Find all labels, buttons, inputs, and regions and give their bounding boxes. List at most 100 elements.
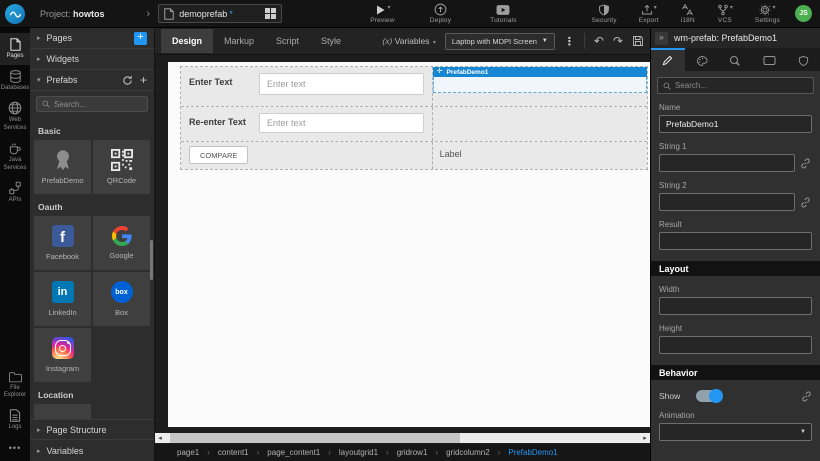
bind-string2-icon[interactable]: [800, 197, 811, 208]
enter-text-input[interactable]: [259, 73, 424, 95]
i18n-button[interactable]: i18N: [681, 4, 695, 24]
section-prefabs[interactable]: ▾ Prefabs +: [30, 70, 154, 91]
prefab-tile-facebook[interactable]: f Facebook: [34, 216, 91, 270]
rail-item-logs[interactable]: Logs: [0, 404, 30, 436]
page-grid-icon[interactable]: [265, 8, 276, 19]
breadcrumb-page1[interactable]: page1: [177, 448, 199, 457]
page-icon: [164, 8, 174, 20]
behavior-section-header[interactable]: Behavior: [651, 365, 820, 380]
collapse-arrow-icon: ▸: [37, 34, 41, 42]
design-canvas[interactable]: Enter Text ✛ PrefabDemo1: [168, 62, 650, 427]
reenter-text-label[interactable]: Re-enter Text: [189, 113, 251, 127]
move-icon[interactable]: ✛: [437, 68, 443, 76]
prefab-tile-google[interactable]: Google: [93, 216, 150, 270]
height-input[interactable]: [659, 336, 812, 354]
refresh-icon[interactable]: [122, 75, 133, 86]
grid-cell-compare[interactable]: COMPARE: [181, 142, 433, 169]
grid-cell-prefab[interactable]: ✛ PrefabDemo1: [433, 67, 647, 106]
tab-design[interactable]: Design: [161, 29, 213, 53]
tab-security[interactable]: [786, 48, 820, 71]
bind-show-icon[interactable]: [801, 391, 812, 402]
preview-button[interactable]: ▾ Preview: [370, 4, 395, 24]
rail-item-apis[interactable]: APIs: [0, 176, 30, 209]
breadcrumb-gridcolumn2[interactable]: gridcolumn2: [446, 448, 490, 457]
layout-grid[interactable]: Enter Text ✛ PrefabDemo1: [180, 66, 648, 170]
export-button[interactable]: ▾ Export: [639, 4, 659, 24]
prefab-search-input[interactable]: Search...: [36, 96, 148, 112]
scroll-right-icon[interactable]: ▸: [640, 434, 650, 442]
name-input[interactable]: [659, 115, 812, 133]
result-input[interactable]: [659, 232, 812, 250]
add-page-button[interactable]: +: [134, 32, 147, 45]
tab-styles[interactable]: [685, 48, 719, 71]
rail-item-web-services[interactable]: Web Services: [0, 96, 30, 136]
breadcrumb-layoutgrid1[interactable]: layoutgrid1: [339, 448, 378, 457]
settings-button[interactable]: ▾ Settings: [755, 4, 780, 24]
user-avatar[interactable]: JS: [795, 5, 812, 22]
show-toggle[interactable]: [696, 390, 722, 402]
bind-string1-icon[interactable]: [800, 158, 811, 169]
prefab-tile-box[interactable]: box Box: [93, 272, 150, 326]
prefab-widget-body[interactable]: [433, 77, 647, 93]
rail-item-file-explorer[interactable]: File Explorer: [0, 366, 30, 404]
left-panel-scrollbar[interactable]: [150, 240, 153, 280]
string1-input[interactable]: [659, 154, 795, 172]
enter-text-label[interactable]: Enter Text: [189, 73, 251, 87]
breadcrumb-content1[interactable]: content1: [218, 448, 249, 457]
breadcrumb-gridrow1[interactable]: gridrow1: [397, 448, 428, 457]
rail-more-button[interactable]: •••: [0, 435, 30, 461]
width-input[interactable]: [659, 297, 812, 315]
tutorials-button[interactable]: Tutorials: [490, 4, 516, 24]
more-options-icon[interactable]: ⋮: [564, 35, 575, 48]
grid-cell-empty[interactable]: [433, 107, 647, 141]
panel-collapse-icon[interactable]: »: [655, 32, 668, 45]
variables-dropdown[interactable]: (x) Variables ▾: [382, 36, 436, 46]
rail-item-databases[interactable]: Databases: [0, 65, 30, 97]
scroll-left-icon[interactable]: ◂: [155, 434, 165, 442]
breadcrumb-page-content1[interactable]: page_content1: [267, 448, 320, 457]
animation-select[interactable]: ▼: [659, 423, 812, 441]
prefab-tile-qrcode[interactable]: QRCode: [93, 140, 150, 194]
properties-search-input[interactable]: Search...: [657, 77, 814, 94]
result-label-widget[interactable]: Label: [433, 142, 647, 159]
tab-events[interactable]: [719, 48, 753, 71]
rail-item-pages[interactable]: Pages: [0, 33, 30, 65]
section-page-structure[interactable]: ▸ Page Structure: [30, 419, 154, 440]
tab-devices[interactable]: [752, 48, 786, 71]
redo-button[interactable]: ↷: [613, 36, 623, 46]
section-variables[interactable]: ▸ Variables: [30, 440, 154, 461]
undo-button[interactable]: ↶: [594, 36, 604, 46]
prefab-tile-map[interactable]: [34, 404, 91, 419]
breadcrumb-prefabdemo1[interactable]: PrefabDemo1: [508, 448, 557, 457]
prefab-tile-prefabdemo[interactable]: PrefabDemo: [34, 140, 91, 194]
tab-script[interactable]: Script: [265, 29, 310, 53]
active-page-selector[interactable]: demoprefab *: [158, 4, 282, 23]
google-icon: [112, 226, 132, 246]
grid-cell-reenter-text[interactable]: Re-enter Text: [181, 107, 433, 141]
tab-markup[interactable]: Markup: [213, 29, 265, 53]
vcs-button[interactable]: ▾ VCS: [717, 4, 733, 24]
section-widgets[interactable]: ▸ Widgets: [30, 49, 154, 70]
string2-input[interactable]: [659, 193, 795, 211]
tab-style[interactable]: Style: [310, 29, 352, 53]
compare-button[interactable]: COMPARE: [189, 146, 248, 164]
canvas-horizontal-scrollbar[interactable]: ◂ ▸: [155, 432, 650, 444]
unsaved-marker: *: [229, 9, 233, 19]
grid-cell-enter-text[interactable]: Enter Text: [181, 67, 433, 106]
tab-properties[interactable]: [651, 48, 685, 71]
prefab-tile-linkedin[interactable]: in LinkedIn: [34, 272, 91, 326]
section-pages[interactable]: ▸ Pages +: [30, 28, 154, 49]
save-button[interactable]: [632, 35, 644, 47]
reenter-text-input[interactable]: [259, 113, 424, 133]
security-button[interactable]: Security: [592, 4, 617, 24]
rail-item-java-services[interactable]: Java Services: [0, 136, 30, 176]
scrollbar-thumb[interactable]: [170, 433, 460, 443]
layout-section-header[interactable]: Layout: [651, 261, 820, 276]
device-selector[interactable]: Laptop with MDPI Screen▼: [445, 33, 555, 50]
import-prefab-button[interactable]: +: [140, 75, 147, 85]
selected-widget-header[interactable]: ✛ PrefabDemo1: [433, 67, 647, 77]
prefab-tile-instagram[interactable]: Instagram: [34, 328, 91, 382]
deploy-button[interactable]: Deploy: [430, 3, 451, 24]
wavemaker-logo-icon[interactable]: [5, 4, 25, 24]
grid-cell-label[interactable]: Label: [433, 142, 647, 169]
